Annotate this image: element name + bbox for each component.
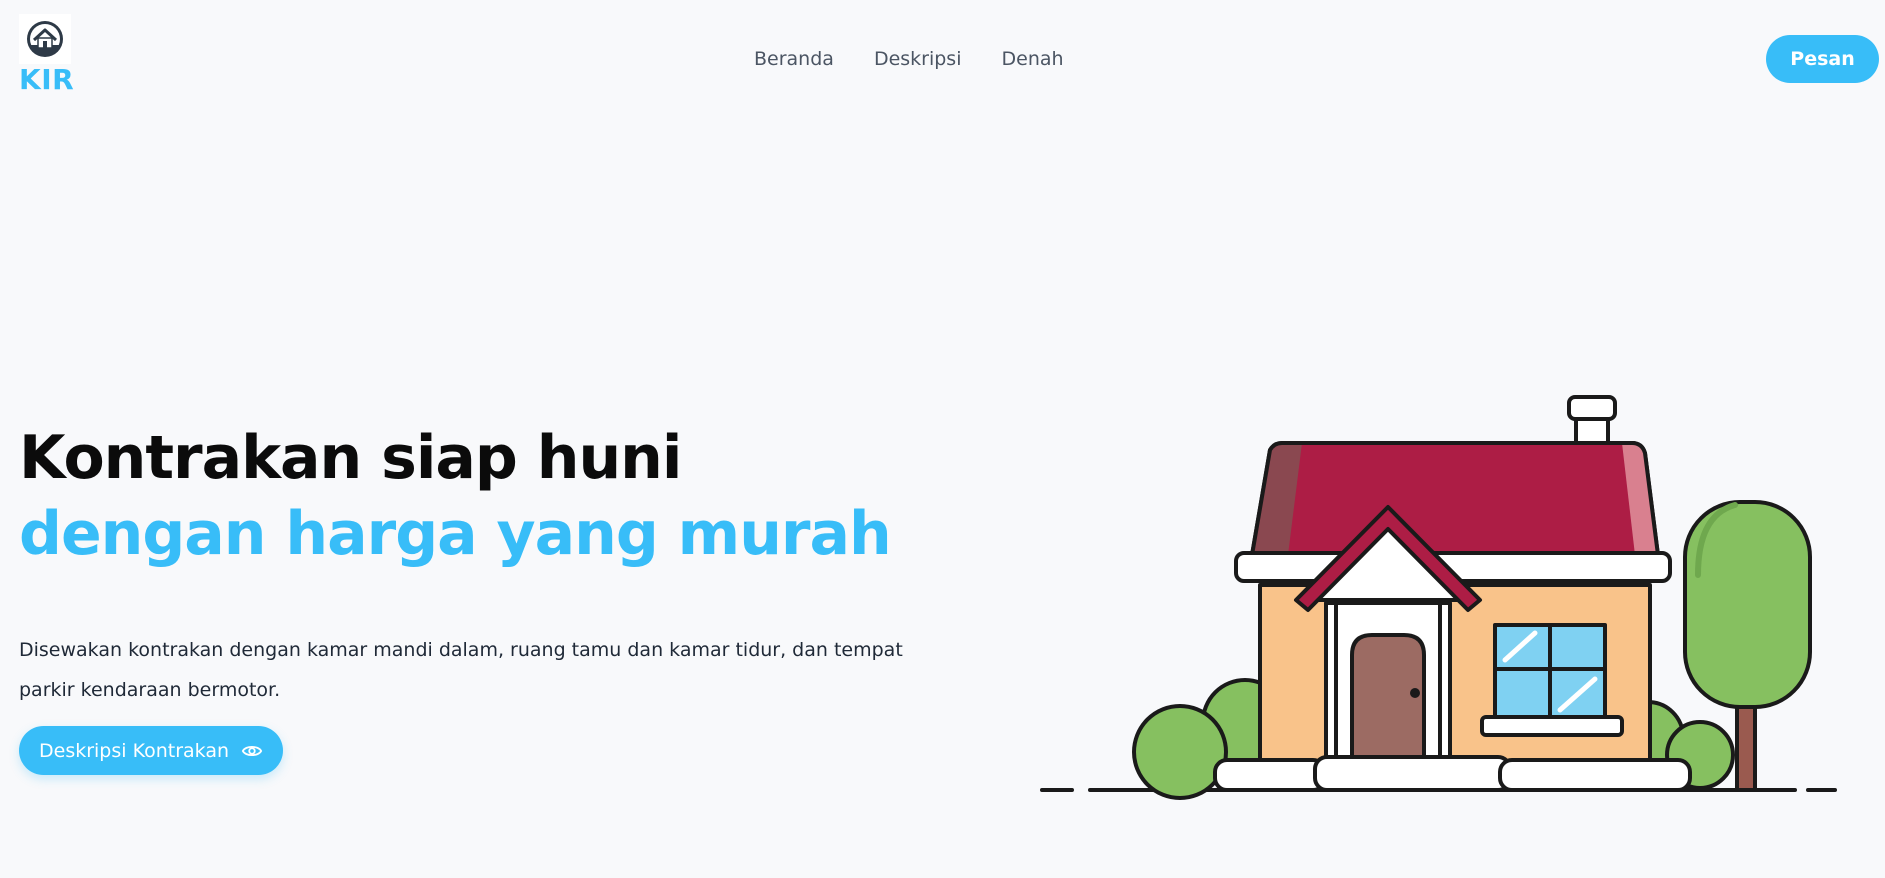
hero-description: Disewakan kontrakan dengan kamar mandi d… bbox=[19, 639, 903, 701]
hero-title-accent: dengan harga yang murah bbox=[19, 499, 892, 569]
pesan-button[interactable]: Pesan bbox=[1766, 35, 1879, 83]
logo[interactable]: KIR bbox=[19, 14, 75, 96]
nav-link-beranda[interactable]: Beranda bbox=[754, 46, 834, 72]
nav-link-deskripsi[interactable]: Deskripsi bbox=[874, 46, 962, 72]
hero-title: Kontrakan siap huni dengan harga yang mu… bbox=[19, 420, 939, 572]
house-illustration bbox=[1030, 385, 1850, 805]
deskripsi-kontrakan-label: Deskripsi Kontrakan bbox=[39, 739, 230, 762]
nav-link-denah[interactable]: Denah bbox=[1002, 46, 1064, 72]
eye-icon bbox=[241, 740, 263, 762]
logo-text: KIR bbox=[19, 63, 75, 96]
site-header: KIR Beranda Deskripsi Denah Pesan bbox=[0, 0, 1885, 110]
house-icon bbox=[19, 14, 71, 64]
deskripsi-kontrakan-button[interactable]: Deskripsi Kontrakan bbox=[19, 726, 284, 775]
main-nav: Beranda Deskripsi Denah bbox=[754, 46, 1064, 72]
hero-title-plain: Kontrakan siap huni bbox=[19, 423, 682, 493]
